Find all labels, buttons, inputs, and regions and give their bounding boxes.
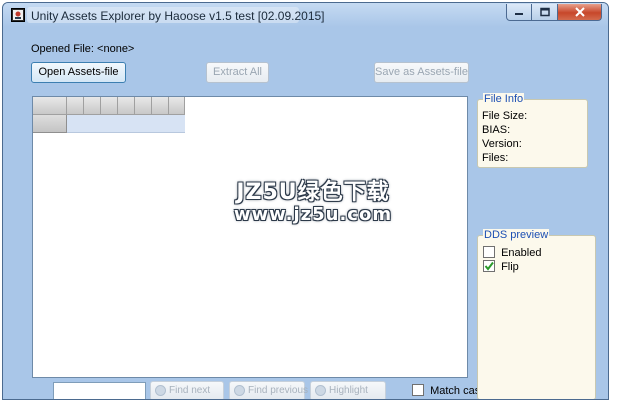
caption-buttons [506, 4, 602, 22]
flip-option[interactable]: Flip [483, 260, 519, 273]
enabled-option[interactable]: Enabled [483, 246, 541, 259]
find-previous-icon [234, 385, 245, 396]
column-header[interactable] [152, 97, 169, 115]
save-assets-button[interactable]: Save as Assets-file [374, 62, 469, 83]
version-label: Version: [482, 138, 522, 150]
flip-checkbox[interactable] [483, 260, 495, 272]
app-icon[interactable] [11, 8, 25, 22]
column-header[interactable] [118, 97, 135, 115]
maximize-button[interactable] [532, 4, 558, 21]
client-area: Opened File: <none> Open Assets-file Ext… [10, 32, 603, 399]
find-next-button[interactable]: Find next [150, 381, 224, 399]
highlight-icon [315, 385, 326, 396]
title-bar[interactable]: Unity Assets Explorer by Haoose v1.5 tes… [3, 3, 608, 27]
search-input[interactable] [53, 382, 146, 399]
find-previous-button[interactable]: Find previous [229, 381, 309, 399]
bias-label: BIAS: [482, 124, 511, 136]
dds-preview-title: DDS preview [483, 229, 550, 241]
opened-file-label: Opened File: <none> [31, 43, 135, 55]
dds-preview-panel: DDS preview Enabled Flip [477, 229, 596, 399]
file-info-panel: File Info File Size: BIAS: Version: File… [477, 93, 588, 168]
check-icon [484, 261, 494, 271]
row-header[interactable] [33, 115, 67, 133]
file-info-title: File Info [483, 93, 525, 105]
search-bar: Find next Find previous Highlight Match … [32, 378, 486, 399]
find-previous-label: Find previous [248, 385, 309, 396]
close-button[interactable] [558, 4, 602, 21]
column-header[interactable] [101, 97, 118, 115]
minimize-button[interactable] [506, 4, 532, 21]
find-next-icon [155, 385, 166, 396]
maximize-icon [539, 7, 550, 17]
enabled-label: Enabled [501, 247, 542, 259]
highlight-button[interactable]: Highlight [310, 381, 386, 399]
files-label: Files: [482, 152, 509, 164]
column-header[interactable] [84, 97, 101, 115]
highlight-label: Highlight [329, 385, 368, 396]
close-icon [574, 7, 585, 17]
match-case-checkbox[interactable] [412, 384, 424, 396]
window-title: Unity Assets Explorer by Haoose v1.5 tes… [31, 9, 325, 23]
assets-grid[interactable] [32, 96, 468, 378]
column-header[interactable] [67, 97, 84, 115]
table-row[interactable] [67, 115, 185, 133]
grid-corner-header[interactable] [33, 97, 67, 115]
extract-all-button[interactable]: Extract All [206, 62, 269, 83]
column-header[interactable] [169, 97, 185, 115]
app-window: Unity Assets Explorer by Haoose v1.5 tes… [2, 2, 609, 400]
open-assets-button[interactable]: Open Assets-file [31, 62, 126, 83]
find-next-label: Find next [169, 385, 211, 396]
column-header[interactable] [135, 97, 152, 115]
flip-label: Flip [501, 261, 519, 273]
file-size-label: File Size: [482, 110, 528, 122]
enabled-checkbox[interactable] [483, 246, 495, 258]
match-case-option[interactable]: Match case [412, 384, 486, 397]
minimize-icon [515, 13, 523, 15]
